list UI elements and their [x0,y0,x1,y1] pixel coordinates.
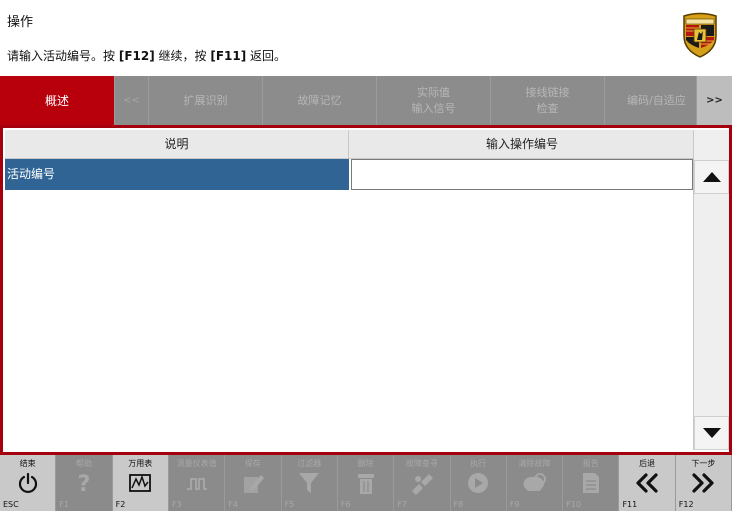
multimeter-icon [113,470,168,496]
fkey-f3-button[interactable]: 测量仪表值 F3 [168,455,226,511]
fkey-shortcut: F2 [115,500,126,509]
svg-text:?: ? [78,472,91,495]
key-continue: [F12] [118,49,155,63]
header: 操作 请输入活动编号。按 [F12] 继续，按 [F11] 返回。 [0,0,732,76]
triangle-down-icon [702,428,721,438]
table-header: 说明 输入操作编号 [5,130,695,159]
edit-icon [225,470,280,496]
tab-overview[interactable]: 概述 [0,76,115,125]
tab-wiring-check-label-2: 检查 [536,101,559,115]
fkey-label: 故障查寻 [405,459,438,468]
fkey-shortcut: F12 [678,500,694,509]
fkey-label: 报告 [582,459,599,468]
table-row[interactable]: 活动编号 [5,159,695,190]
diagnose-icon [394,470,449,496]
fkey-shortcut: F7 [397,500,407,509]
clear-fault-icon [507,470,562,496]
fkey-label: 过滤器 [297,459,322,468]
fkey-f4-button[interactable]: 保存 F4 [225,455,282,511]
instruction-suffix: 返回。 [246,49,287,63]
tab-overview-label: 概述 [44,93,69,108]
fkey-f10-button[interactable]: 报告 F10 [563,455,620,511]
fkey-label: 结束 [19,459,36,468]
tab-extended-id[interactable]: 扩展识别 [149,76,263,125]
fkey-f9-button[interactable]: 清除故障 F9 [506,455,564,511]
tab-wiring-check[interactable]: 接线链接 检查 [491,76,605,125]
fkey-label: 后退 [639,459,656,468]
oscilloscope-icon [169,470,224,496]
column-header-description: 说明 [5,130,349,159]
fkey-f11-button[interactable]: 后退 F11 [619,455,676,511]
instruction-text: 请输入活动编号。按 [F12] 继续，按 [F11] 返回。 [7,47,286,64]
tab-actual-values-label-1: 实际值 [417,85,450,99]
fkey-label: 删除 [357,459,374,468]
column-header-input: 输入操作编号 [485,137,558,151]
play-icon [451,470,506,496]
fkey-label: 下一步 [691,459,716,468]
tab-fault-memory[interactable]: 故障记忆 [263,76,377,125]
fkey-f8-button[interactable]: 执行 F8 [450,455,507,511]
fkey-label: 帮助 [75,459,92,468]
key-back: [F11] [210,49,247,63]
fkey-shortcut: F1 [59,500,70,509]
fkey-label: 执行 [470,459,487,468]
instruction-prefix: 请输入活动编号。按 [7,49,119,63]
fkey-shortcut: F10 [566,500,581,509]
instruction-mid: 继续，按 [154,49,211,63]
fkey-shortcut: F5 [284,500,295,509]
fkey-shortcut: F9 [509,500,520,509]
tab-extended-id-label: 扩展识别 [183,93,228,107]
main-panel: 说明 输入操作编号 活动编号 [0,125,732,455]
fkey-label: 万用表 [128,459,153,468]
tab-prev-arrow[interactable]: << [115,76,149,125]
report-icon [563,470,618,496]
fkey-label: 清除故障 [518,459,551,468]
fkey-f2-button[interactable]: 万用表 F2 [112,455,169,511]
fkey-f1-button[interactable]: 帮助? F1 [56,455,113,511]
tab-actual-values[interactable]: 实际值 输入信号 [377,76,491,125]
tab-prev-arrow-label: << [123,94,140,106]
trash-icon [338,470,393,496]
fkey-f5-button[interactable]: 过滤器 F5 [281,455,338,511]
fkey-shortcut: F3 [171,500,182,509]
filter-icon [282,470,337,496]
scroll-up-button[interactable] [694,160,729,194]
activity-number-label: 活动编号 [5,159,349,190]
tab-fault-memory-label: 故障记忆 [297,93,342,107]
tab-coding-adaptation[interactable]: 编码/自适应 [605,76,697,125]
vertical-scrollbar[interactable] [693,130,729,450]
fkey-f12-button[interactable]: 下一步 F12 [675,455,732,511]
fkey-shortcut: F6 [340,500,351,509]
tab-wiring-check-label-1: 接线链接 [525,85,570,99]
tab-actual-values-label-2: 输入信号 [411,101,456,115]
porsche-crest-logo [683,12,717,58]
activity-number-input[interactable] [351,159,693,190]
fkey-label: 测量仪表值 [176,459,217,468]
fkey-label: 保存 [244,459,261,468]
tab-coding-adaptation-label: 编码/自适应 [627,93,686,107]
next-icon [676,470,731,496]
tab-more-label: >> [706,94,723,106]
function-key-toolbar: 结束 ESC 帮助? F1 万用表 F2 测量仪表值 F3 保存 F4 过滤器 F5 删除 F6 故障查寻 F… [0,455,732,511]
fkey-shortcut: F8 [453,500,464,509]
fkey-shortcut: F11 [622,500,638,509]
scroll-down-button[interactable] [694,416,729,450]
fkey-f7-button[interactable]: 故障查寻 F7 [394,455,451,511]
power-icon [0,470,55,496]
fkey-shortcut: F4 [228,500,238,509]
tab-more-button[interactable]: >> [697,76,732,125]
help-icon: ? [56,470,111,496]
fkey-shortcut: ESC [3,500,19,509]
fkey-f6-button[interactable]: 删除 F6 [337,455,395,511]
back-icon [619,470,674,496]
tab-bar: 概述 << 扩展识别 故障记忆 实际值输入信号 接线链接检查 编码/自适应 >> [0,76,732,125]
triangle-up-icon [702,172,721,182]
page-title: 操作 [7,15,34,30]
fkey-esc-button[interactable]: 结束 ESC [0,455,57,511]
